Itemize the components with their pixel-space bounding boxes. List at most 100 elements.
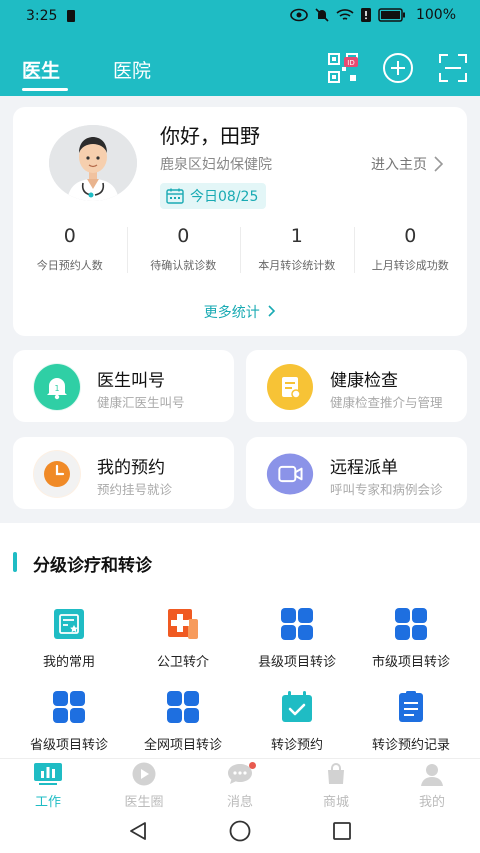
nav-label: 医生圈 bbox=[124, 795, 164, 810]
feature-title: 健康检查 bbox=[330, 371, 398, 391]
stat-label: 本月转诊统计数 bbox=[258, 259, 336, 272]
nav-work[interactable]: 工作 bbox=[0, 761, 96, 810]
grid-label: 省级项目转诊 bbox=[29, 738, 108, 753]
date-badge: 今日08/25 bbox=[160, 183, 267, 209]
feature-subtitle: 健康检查推介与管理 bbox=[330, 395, 443, 410]
calendar-icon bbox=[166, 188, 184, 204]
grid-my-favorites[interactable]: 我的常用 bbox=[12, 607, 126, 670]
wifi-icon bbox=[336, 9, 354, 20]
calendar-check-icon bbox=[280, 690, 314, 724]
recents-icon[interactable] bbox=[330, 820, 354, 842]
grid-city-referral[interactable]: 市级项目转诊 bbox=[354, 607, 468, 670]
profile-card: 你好，田野 鹿泉区妇幼保健院 进入主页 今日08/25 0 今日预约人数 0 待… bbox=[13, 107, 467, 336]
nav-messages[interactable]: 消息 bbox=[192, 761, 288, 810]
medical-plus-icon bbox=[166, 607, 200, 641]
grid-public-health-referral[interactable]: 公卫转介 bbox=[126, 607, 240, 670]
feature-subtitle: 呼叫专家和病例会诊 bbox=[330, 482, 443, 497]
active-tab-indicator bbox=[22, 88, 68, 91]
nav-mine[interactable]: 我的 bbox=[384, 761, 480, 810]
feature-my-appointments[interactable]: 我的预约 预约挂号就诊 bbox=[13, 437, 234, 509]
bell-icon: 1 bbox=[33, 363, 81, 411]
grid-label: 全网项目转诊 bbox=[143, 738, 222, 753]
nav-label: 消息 bbox=[226, 795, 253, 810]
date-text: 今日08/25 bbox=[190, 189, 259, 205]
grid-label: 市级项目转诊 bbox=[371, 655, 450, 670]
grid-icon bbox=[166, 690, 200, 724]
stat-value: 1 bbox=[290, 225, 303, 247]
feature-subtitle: 健康汇医生叫号 bbox=[97, 395, 185, 410]
feature-title: 远程派单 bbox=[330, 458, 398, 478]
feature-title: 我的预约 bbox=[97, 458, 165, 478]
section-title: 分级诊疗和转诊 bbox=[33, 556, 152, 576]
stat-label: 上月转诊成功数 bbox=[371, 259, 449, 272]
feature-doctor-call[interactable]: 1 医生叫号 健康汇医生叫号 bbox=[13, 350, 234, 422]
avatar bbox=[49, 125, 137, 201]
battery-icon bbox=[378, 8, 405, 22]
more-stats-link[interactable]: 更多统计 bbox=[13, 302, 467, 322]
nav-doctor-circle[interactable]: 医生圈 bbox=[96, 761, 192, 810]
circle-play-icon bbox=[129, 761, 159, 787]
grid-referral-appointment[interactable]: 转诊预约 bbox=[240, 690, 354, 753]
grid-province-referral[interactable]: 省级项目转诊 bbox=[12, 690, 126, 753]
chevron-right-icon bbox=[268, 305, 276, 317]
grid-network-referral[interactable]: 全网项目转诊 bbox=[126, 690, 240, 753]
bag-icon bbox=[321, 761, 351, 787]
stat-last-month-success[interactable]: 0 上月转诊成功数 bbox=[353, 221, 468, 279]
stat-value: 0 bbox=[177, 225, 190, 247]
stat-today-appointments[interactable]: 0 今日预约人数 bbox=[13, 221, 127, 279]
list-doc-icon bbox=[394, 690, 428, 724]
referral-section: 分级诊疗和转诊 我的常用 公卫转介 县级项目转诊 市级项目转诊 省级项目转诊 全… bbox=[0, 523, 480, 758]
tab-doctor[interactable]: 医生 bbox=[22, 56, 60, 83]
system-nav bbox=[0, 810, 480, 853]
status-icons: 100% bbox=[290, 7, 456, 23]
stat-value: 0 bbox=[63, 225, 76, 247]
grid-icon bbox=[394, 607, 428, 641]
feature-health-check[interactable]: 健康检查 健康检查推介与管理 bbox=[246, 350, 467, 422]
status-time: 3:25 bbox=[26, 8, 58, 24]
person-icon bbox=[417, 761, 447, 787]
scan-icon[interactable] bbox=[437, 52, 469, 84]
unread-dot bbox=[249, 762, 256, 769]
video-icon bbox=[266, 450, 314, 498]
grid-icon bbox=[280, 607, 314, 641]
mute-icon bbox=[315, 8, 329, 22]
feature-subtitle: 预约挂号就诊 bbox=[97, 482, 173, 497]
nav-mall[interactable]: 商城 bbox=[288, 761, 384, 810]
chart-icon bbox=[33, 761, 63, 787]
grid-label: 转诊预约 bbox=[270, 738, 323, 753]
nav-label: 工作 bbox=[34, 795, 61, 810]
grid-icon bbox=[52, 690, 86, 724]
grid-label: 县级项目转诊 bbox=[257, 655, 336, 670]
add-icon[interactable] bbox=[382, 52, 414, 84]
battery-percent: 100% bbox=[415, 7, 456, 23]
homepage-link[interactable]: 进入主页 bbox=[371, 154, 443, 174]
more-stats-label: 更多统计 bbox=[203, 305, 260, 321]
report-icon bbox=[266, 363, 314, 411]
grid-label: 公卫转介 bbox=[156, 655, 209, 670]
eye-icon bbox=[290, 8, 308, 22]
grid-referral-records[interactable]: 转诊预约记录 bbox=[354, 690, 468, 753]
home-icon[interactable] bbox=[228, 820, 252, 842]
homepage-label: 进入主页 bbox=[371, 157, 427, 173]
bottom-nav: 工作 医生圈 消息 商城 我的 bbox=[0, 758, 480, 810]
greeting: 你好，田野 bbox=[160, 124, 260, 148]
stats-row: 0 今日预约人数 0 待确认就诊数 1 本月转诊统计数 0 上月转诊成功数 bbox=[13, 221, 467, 279]
stat-pending-visits[interactable]: 0 待确认就诊数 bbox=[126, 221, 241, 279]
hospital-name: 鹿泉区妇幼保健院 bbox=[160, 157, 272, 173]
qr-code-icon[interactable]: ID bbox=[327, 52, 359, 84]
clock-icon bbox=[33, 450, 81, 498]
grid-county-referral[interactable]: 县级项目转诊 bbox=[240, 607, 354, 670]
alert-icon bbox=[360, 8, 371, 22]
status-bar: 3:25 100% bbox=[0, 0, 480, 32]
stat-month-referrals[interactable]: 1 本月转诊统计数 bbox=[240, 221, 354, 279]
stat-value: 0 bbox=[404, 225, 417, 247]
stat-label: 今日预约人数 bbox=[36, 259, 103, 272]
back-icon[interactable] bbox=[126, 820, 150, 842]
nav-label: 商城 bbox=[322, 795, 349, 810]
favorite-doc-icon bbox=[52, 607, 86, 641]
feature-remote-dispatch[interactable]: 远程派单 呼叫专家和病例会诊 bbox=[246, 437, 467, 509]
grid-label: 我的常用 bbox=[42, 655, 95, 670]
nav-label: 我的 bbox=[418, 795, 445, 810]
tab-hospital[interactable]: 医院 bbox=[113, 56, 151, 83]
svg-text:1: 1 bbox=[54, 384, 59, 393]
